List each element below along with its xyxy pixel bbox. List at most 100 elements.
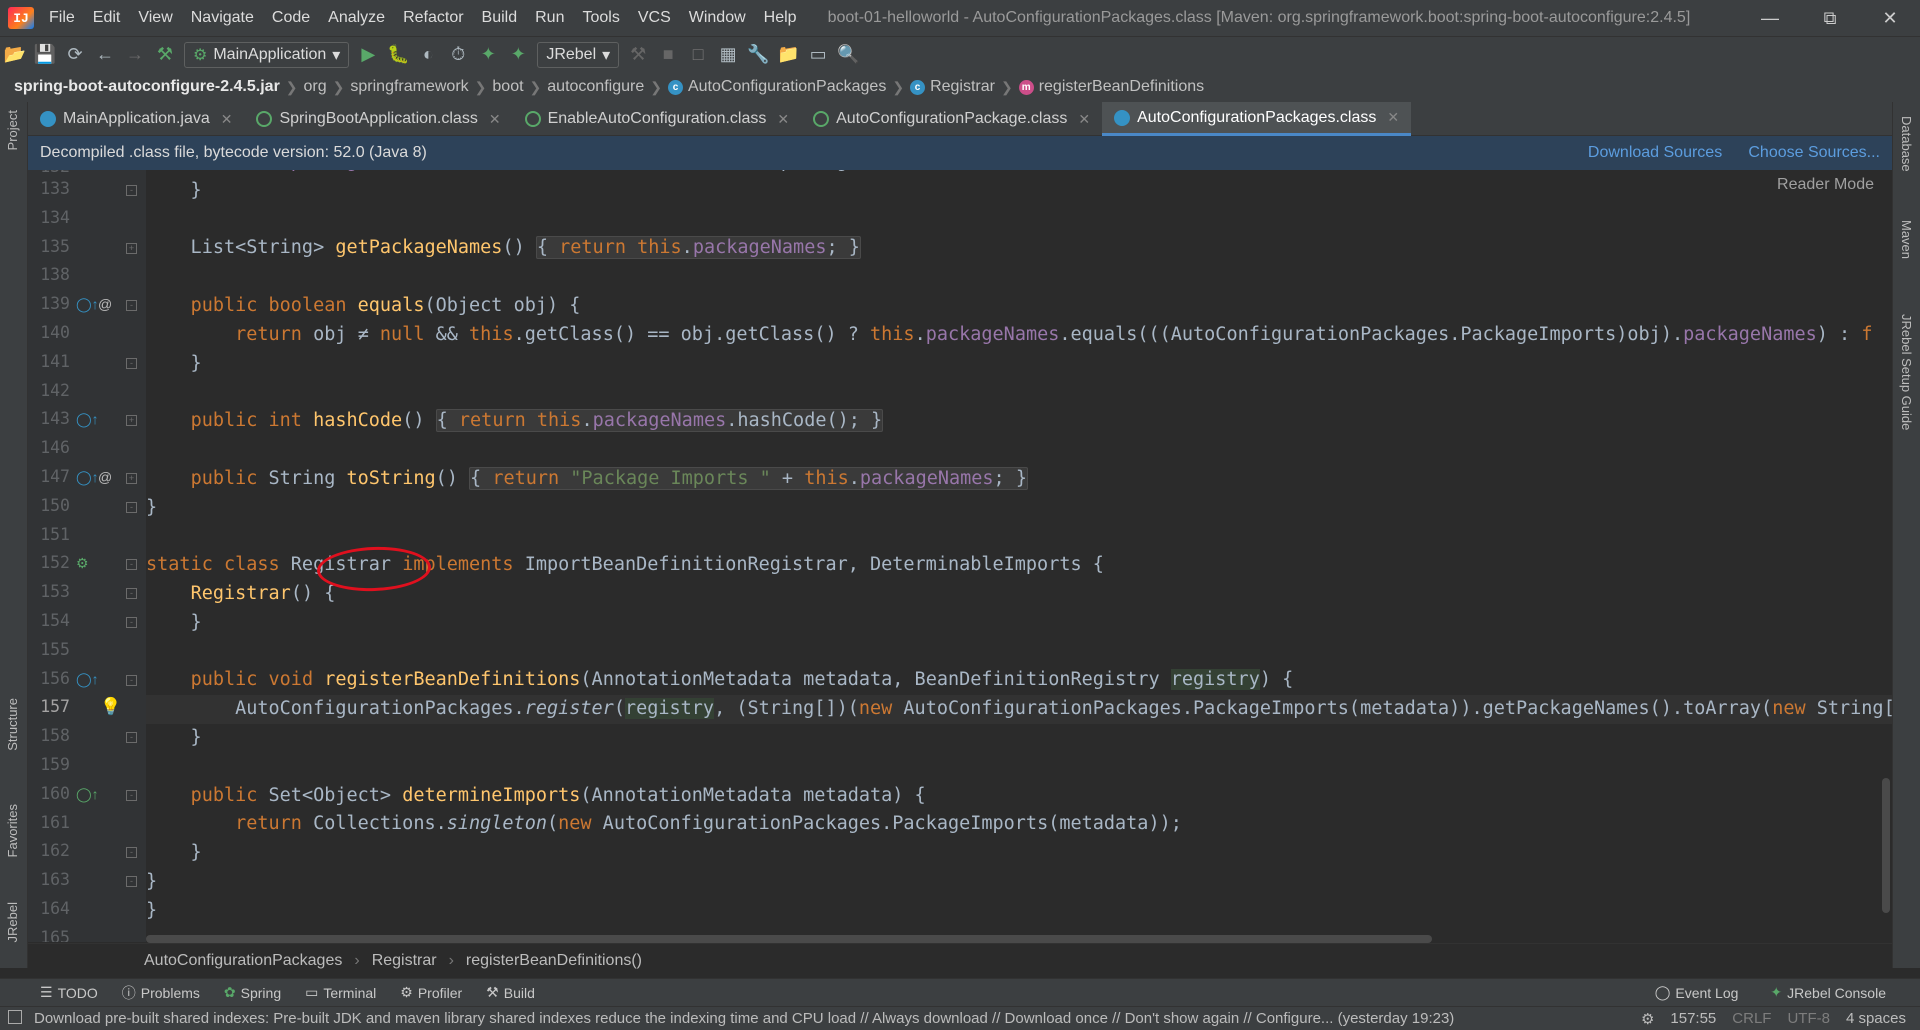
nav-crumb-org[interactable]: org	[298, 78, 333, 96]
search-icon[interactable]: 🔍	[833, 40, 863, 70]
code-crumb-method[interactable]: registerBeanDefinitions()	[466, 952, 642, 970]
menu-view[interactable]: View	[129, 9, 181, 27]
menu-window[interactable]: Window	[680, 9, 755, 27]
sync-icon[interactable]: ⟳	[60, 40, 90, 70]
jrebel-setup-guide-button[interactable]: JRebel Setup Guide	[1899, 314, 1914, 430]
annotation-marker-icon[interactable]: @	[98, 290, 112, 319]
lightbulb-icon[interactable]: 💡	[100, 693, 121, 722]
close-tab-icon[interactable]: ✕	[489, 111, 501, 128]
nav-crumb-autoconfigure[interactable]: autoconfigure	[541, 78, 650, 96]
fold-icon[interactable]: -	[126, 790, 137, 801]
fold-icon[interactable]: +	[126, 415, 137, 426]
database-panel-button[interactable]: Database	[1899, 116, 1914, 172]
profile-icon[interactable]: ⏱	[443, 40, 473, 70]
reader-mode-toggle[interactable]: Reader Mode	[1777, 176, 1874, 194]
line-separator[interactable]: CRLF	[1732, 1010, 1771, 1028]
close-tab-icon[interactable]: ✕	[1387, 109, 1399, 126]
menu-code[interactable]: Code	[263, 9, 319, 27]
menu-edit[interactable]: Edit	[84, 9, 130, 27]
nav-crumb-class[interactable]: c AutoConfigurationPackages	[662, 78, 892, 96]
tab-autoconfigurationpackage[interactable]: AutoConfigurationPackage.class ✕	[801, 102, 1102, 136]
fold-icon[interactable]: -	[126, 732, 137, 743]
tab-mainapplication[interactable]: MainApplication.java ✕	[28, 102, 244, 136]
indexing-icon[interactable]: ⚙	[1641, 1010, 1654, 1028]
forward-arrow-icon[interactable]: →	[120, 40, 150, 70]
annotation-marker-icon[interactable]: @	[98, 463, 112, 492]
file-encoding[interactable]: UTF-8	[1787, 1010, 1830, 1028]
fold-icon[interactable]: -	[126, 617, 137, 628]
fold-icon[interactable]: +	[126, 243, 137, 254]
menu-vcs[interactable]: VCS	[629, 9, 680, 27]
fold-icon[interactable]: -	[126, 358, 137, 369]
nav-crumb-jar[interactable]: spring-boot-autoconfigure-2.4.5.jar	[0, 78, 286, 96]
stop-icon[interactable]: ■	[653, 40, 683, 70]
build-button[interactable]: ⚒ Build	[474, 984, 547, 1001]
menu-refactor[interactable]: Refactor	[394, 9, 472, 27]
structure-panel-button[interactable]: Structure	[5, 698, 20, 751]
back-arrow-icon[interactable]: ←	[90, 40, 120, 70]
debug-bug-icon[interactable]: 🐛	[383, 40, 413, 70]
nav-crumb-springframework[interactable]: springframework	[344, 78, 474, 96]
status-message[interactable]: Download pre-built shared indexes: Pre-b…	[0, 1010, 1641, 1027]
maven-panel-button[interactable]: Maven	[1899, 220, 1914, 259]
fold-icon[interactable]: +	[126, 473, 137, 484]
code-crumb-inner-class[interactable]: Registrar	[372, 952, 437, 970]
menu-help[interactable]: Help	[755, 9, 806, 27]
close-tab-icon[interactable]: ✕	[221, 111, 233, 128]
toggle-tool-windows-icon[interactable]	[8, 1010, 22, 1024]
spring-button[interactable]: ✿ Spring	[212, 984, 293, 1001]
project-structure-icon[interactable]: ▦	[713, 40, 743, 70]
tab-springbootapplication[interactable]: SpringBootApplication.class ✕	[244, 102, 512, 136]
menu-build[interactable]: Build	[473, 9, 527, 27]
overrides-marker-icon[interactable]: ◯↑	[76, 463, 99, 492]
attach-icon[interactable]: □	[683, 40, 713, 70]
terminal-window-icon[interactable]: ▭	[803, 40, 833, 70]
restore-icon[interactable]: ⧉	[1800, 0, 1860, 36]
jrebel-run-icon[interactable]: ✦	[473, 40, 503, 70]
tab-enableautoconfiguration[interactable]: EnableAutoConfiguration.class ✕	[513, 102, 802, 136]
fold-icon[interactable]: -	[126, 185, 137, 196]
tab-autoconfigurationpackages[interactable]: AutoConfigurationPackages.class ✕	[1102, 102, 1412, 136]
save-icon[interactable]: 💾	[30, 40, 60, 70]
menu-run[interactable]: Run	[526, 9, 573, 27]
jrebel-console-button[interactable]: ✦ JRebel Console	[1758, 984, 1898, 1001]
todo-button[interactable]: ☰ TODO	[28, 984, 110, 1001]
project-panel-button[interactable]: Project	[5, 110, 20, 150]
editor-gutter[interactable]: 132 133 134 135 138 139 140 141 142 143 …	[28, 170, 146, 942]
jrebel-select[interactable]: JRebel ▾	[537, 41, 620, 68]
menu-navigate[interactable]: Navigate	[182, 9, 263, 27]
overrides-marker-icon[interactable]: ◯↑	[76, 290, 99, 319]
event-log-button[interactable]: ◯ Event Log	[1643, 984, 1751, 1001]
menu-tools[interactable]: Tools	[573, 9, 628, 27]
vertical-scrollbar[interactable]	[1882, 778, 1890, 913]
run-config-select[interactable]: ⚙ MainApplication ▾	[184, 41, 350, 68]
menu-analyze[interactable]: Analyze	[319, 9, 394, 27]
build-hammer-icon[interactable]: ⚒	[150, 40, 180, 70]
fold-icon[interactable]: -	[126, 559, 137, 570]
implements-marker-icon[interactable]: ◯↑	[76, 665, 99, 694]
module-folder-icon[interactable]: 📁	[773, 40, 803, 70]
indent-setting[interactable]: 4 spaces	[1846, 1010, 1906, 1028]
download-sources-link[interactable]: Download Sources	[1588, 144, 1722, 161]
close-icon[interactable]: ✕	[1860, 0, 1920, 36]
nav-crumb-boot[interactable]: boot	[486, 78, 529, 96]
close-tab-icon[interactable]: ✕	[777, 111, 789, 128]
terminal-button[interactable]: ▭ Terminal	[293, 984, 388, 1001]
jrebel-debug-icon[interactable]: ✦	[503, 40, 533, 70]
overrides-marker-icon[interactable]: ◯↑	[76, 405, 99, 434]
nav-crumb-method[interactable]: m registerBeanDefinitions	[1013, 78, 1210, 96]
run-icon[interactable]: ▶	[353, 40, 383, 70]
wrench-icon[interactable]: 🔧	[743, 40, 773, 70]
favorites-panel-button[interactable]: Favorites	[5, 804, 20, 857]
coverage-icon[interactable]: ◐	[413, 40, 443, 70]
fold-icon[interactable]: -	[126, 876, 137, 887]
caret-position[interactable]: 157:55	[1670, 1010, 1716, 1028]
nav-crumb-inner-class[interactable]: c Registrar	[904, 78, 1001, 96]
choose-sources-link[interactable]: Choose Sources...	[1748, 144, 1880, 161]
horizontal-scrollbar[interactable]	[146, 935, 1432, 943]
menu-file[interactable]: File	[40, 9, 84, 27]
code-crumb-class[interactable]: AutoConfigurationPackages	[144, 952, 342, 970]
fold-icon[interactable]: -	[126, 502, 137, 513]
minimize-icon[interactable]: —	[1740, 0, 1800, 36]
problems-button[interactable]: ⓘ Problems	[110, 983, 212, 1003]
